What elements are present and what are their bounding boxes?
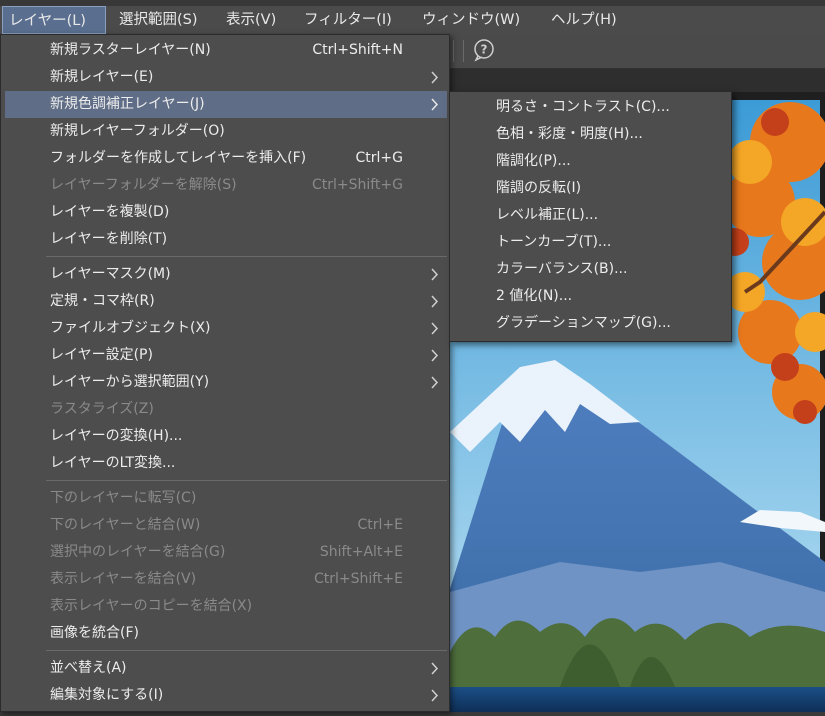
menu-item-shortcut: Ctrl+E (357, 517, 404, 533)
chevron-right-icon (431, 322, 439, 335)
menu-filter[interactable]: フィルター(I) (298, 6, 398, 34)
menu-item-label: レイヤー設定(P) (50, 347, 153, 363)
menu-item-shortcut: Shift+Alt+E (319, 544, 403, 560)
menu-item-create-folder-insert[interactable]: フォルダーを作成してレイヤーを挿入(F) Ctrl+G (5, 145, 447, 172)
menu-item-label: レイヤーマスク(M) (50, 266, 171, 282)
menu-item-flatten-image[interactable]: 画像を統合(F) (5, 620, 447, 647)
menu-window[interactable]: ウィンドウ(W) (416, 6, 526, 34)
menu-item-new-raster-layer[interactable]: 新規ラスターレイヤー(N) Ctrl+Shift+N (5, 37, 447, 64)
menu-separator (46, 256, 447, 257)
correction-layer-submenu: 明るさ・コントラスト(C)... 色相・彩度・明度(H)... 階調化(P)..… (449, 91, 732, 342)
menu-item-edit-target[interactable]: 編集対象にする(I) (5, 682, 447, 709)
menu-item-label: レイヤーのLT変換... (50, 455, 176, 471)
menu-item-shortcut: Ctrl+Shift+G (311, 177, 403, 193)
chevron-right-icon (431, 268, 439, 281)
menu-bar: レイヤー(L) 選択範囲(S) 表示(V) フィルター(I) ウィンドウ(W) … (0, 0, 825, 34)
menu-item-new-layer[interactable]: 新規レイヤー(E) (5, 64, 447, 91)
chevron-right-icon (431, 295, 439, 308)
menu-item-label: 選択中のレイヤーを結合(G) (50, 544, 226, 560)
submenu-item-gradient-map[interactable]: グラデーションマップ(G)... (450, 310, 731, 337)
menu-item-label: 画像を統合(F) (50, 625, 139, 641)
menu-item-file-object[interactable]: ファイルオブジェクト(X) (5, 315, 447, 342)
menu-item-label: ラスタライズ(Z) (50, 401, 154, 417)
menu-item-label: トーンカーブ(T)... (496, 234, 612, 250)
menu-item-layer-mask[interactable]: レイヤーマスク(M) (5, 261, 447, 288)
menu-item-label: フォルダーを作成してレイヤーを挿入(F) (50, 150, 307, 166)
menu-item-label: 色相・彩度・明度(H)... (496, 126, 643, 142)
menu-separator (46, 480, 447, 481)
menu-item-label: レイヤーから選択範囲(Y) (50, 374, 210, 390)
menu-item-layer-settings[interactable]: レイヤー設定(P) (5, 342, 447, 369)
toolbar-divider (453, 40, 454, 62)
menu-item-label: 新規色調補正レイヤー(J) (50, 96, 205, 112)
menu-item-shortcut: Ctrl+G (355, 150, 404, 166)
menu-item-label: レベル補正(L)... (496, 207, 599, 223)
submenu-item-tone-curve[interactable]: トーンカーブ(T)... (450, 229, 731, 256)
chevron-right-icon (431, 689, 439, 702)
menu-item-label: 定規・コマ枠(R) (50, 293, 155, 309)
submenu-item-binarization[interactable]: 2 値化(N)... (450, 283, 731, 310)
menu-item-label: 新規ラスターレイヤー(N) (50, 42, 211, 58)
menu-item-label: 下のレイヤーに転写(C) (50, 490, 197, 506)
submenu-item-levels[interactable]: レベル補正(L)... (450, 202, 731, 229)
menu-item-label: レイヤーの変換(H)... (50, 428, 183, 444)
menu-layer[interactable]: レイヤー(L) (2, 6, 106, 34)
submenu-item-posterize[interactable]: 階調化(P)... (450, 148, 731, 175)
menu-item-duplicate-layer[interactable]: レイヤーを複製(D) (5, 199, 447, 226)
menu-item-label: 並べ替え(A) (50, 660, 127, 676)
chevron-right-icon (431, 349, 439, 362)
submenu-item-brightness-contrast[interactable]: 明るさ・コントラスト(C)... (450, 94, 731, 121)
help-question-icon[interactable]: ? (472, 38, 496, 62)
menu-view[interactable]: 表示(V) (220, 6, 282, 34)
menu-item-label: 階調化(P)... (496, 153, 571, 169)
chevron-right-icon (431, 98, 439, 111)
menu-item-release-folder: レイヤーフォルダーを解除(S) Ctrl+Shift+G (5, 172, 447, 199)
menu-item-merge-selected: 選択中のレイヤーを結合(G) Shift+Alt+E (5, 539, 447, 566)
menu-item-label: 新規レイヤーフォルダー(O) (50, 123, 225, 139)
menu-item-merge-visible: 表示レイヤーを結合(V) Ctrl+Shift+E (5, 566, 447, 593)
menu-item-lt-conversion[interactable]: レイヤーのLT変換... (5, 450, 447, 477)
menu-item-label: 表示レイヤーを結合(V) (50, 571, 197, 587)
menu-item-label: レイヤーを削除(T) (50, 231, 168, 247)
menu-item-rasterize: ラスタライズ(Z) (5, 396, 447, 423)
submenu-item-color-balance[interactable]: カラーバランス(B)... (450, 256, 731, 283)
menu-item-new-layer-folder[interactable]: 新規レイヤーフォルダー(O) (5, 118, 447, 145)
menu-item-label: 明るさ・コントラスト(C)... (496, 99, 670, 115)
menu-item-label: レイヤーを複製(D) (50, 204, 170, 220)
menu-item-label: ファイルオブジェクト(X) (50, 320, 211, 336)
menu-item-label: 下のレイヤーと結合(W) (50, 517, 201, 533)
chevron-right-icon (431, 662, 439, 675)
menu-item-merge-visible-copy: 表示レイヤーのコピーを結合(X) (5, 593, 447, 620)
submenu-item-hue-saturation[interactable]: 色相・彩度・明度(H)... (450, 121, 731, 148)
menu-item-ruler-frame[interactable]: 定規・コマ枠(R) (5, 288, 447, 315)
menu-selection[interactable]: 選択範囲(S) (113, 6, 204, 34)
menu-item-label: レイヤーフォルダーを解除(S) (50, 177, 237, 193)
menu-item-shortcut: Ctrl+Shift+E (313, 571, 403, 587)
menu-item-label: 新規レイヤー(E) (50, 69, 154, 85)
menu-item-shortcut: Ctrl+Shift+N (312, 42, 403, 58)
chevron-right-icon (431, 71, 439, 84)
menu-item-delete-layer[interactable]: レイヤーを削除(T) (5, 226, 447, 253)
layer-menu: 新規ラスターレイヤー(N) Ctrl+Shift+N 新規レイヤー(E) 新規色… (0, 34, 450, 712)
menu-item-merge-lower: 下のレイヤーと結合(W) Ctrl+E (5, 512, 447, 539)
menu-item-label: 2 値化(N)... (496, 288, 573, 304)
submenu-item-invert[interactable]: 階調の反転(I) (450, 175, 731, 202)
svg-text:?: ? (481, 43, 488, 57)
toolbar-divider (463, 40, 464, 62)
menu-item-label: 編集対象にする(I) (50, 687, 164, 703)
menu-item-arrange[interactable]: 並べ替え(A) (5, 655, 447, 682)
menu-item-label: グラデーションマップ(G)... (496, 315, 671, 331)
menu-item-label: 表示レイヤーのコピーを結合(X) (50, 598, 253, 614)
chevron-right-icon (431, 376, 439, 389)
menu-item-new-correction-layer[interactable]: 新規色調補正レイヤー(J) (5, 91, 447, 118)
menu-item-selection-from-layer[interactable]: レイヤーから選択範囲(Y) (5, 369, 447, 396)
menu-item-convert-layer[interactable]: レイヤーの変換(H)... (5, 423, 447, 450)
menu-separator (46, 650, 447, 651)
menu-item-label: カラーバランス(B)... (496, 261, 628, 277)
menu-help[interactable]: ヘルプ(H) (545, 6, 623, 34)
menu-item-label: 階調の反転(I) (496, 180, 582, 196)
menu-item-transfer-to-lower: 下のレイヤーに転写(C) (5, 485, 447, 512)
